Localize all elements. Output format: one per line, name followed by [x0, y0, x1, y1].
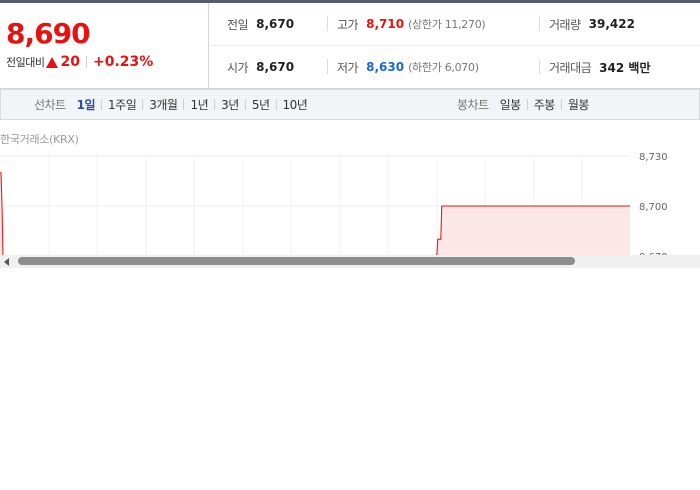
change-value: 20 — [60, 54, 80, 70]
change-row: 전일대비 20 +0.23% — [6, 54, 153, 70]
stat-open: 시가 8,670 — [227, 46, 294, 88]
stat-trade-value: 거래대금 342 백만 — [549, 46, 650, 88]
scroll-left-arrow-icon[interactable] — [4, 258, 9, 266]
stat-label: 거래대금 — [549, 60, 592, 75]
stat-value: 342 백만 — [599, 60, 651, 75]
stat-value: 39,422 — [588, 17, 635, 31]
period-3m[interactable]: 3개월 — [149, 96, 178, 113]
up-triangle-icon — [46, 56, 59, 68]
stats-row-1: 전일 8,670 고가 8,710 (상한가 11,270) 거래량 39,42… — [209, 3, 700, 46]
line-chart-periods: 선차트 1일 1주일 3개월 1년 3년 5년 10년 — [34, 90, 308, 119]
period-divider — [183, 99, 185, 110]
stats-row-2: 시가 8,670 저가 8,630 (하한가 6,070) 거래대금 342 백… — [209, 46, 700, 88]
stat-value: 8,710 — [366, 17, 405, 31]
chart-toolbar: 선차트 1일 1주일 3개월 1년 3년 5년 10년 봉차트 일봉 주봉 월봉 — [0, 89, 700, 120]
stat-value: 8,670 — [256, 17, 295, 31]
period-1y[interactable]: 1년 — [190, 96, 208, 113]
stat-divider — [327, 59, 328, 74]
chart-series — [0, 172, 630, 255]
quote-panel: 8,690 전일대비 20 +0.23% 전일 8,670 고가 8,710 (… — [0, 3, 700, 89]
period-divider — [214, 99, 216, 110]
candle-chart-label: 봉차트 — [457, 98, 489, 112]
period-1d[interactable]: 1일 — [77, 96, 96, 113]
stat-value: 8,670 — [256, 60, 295, 74]
stat-value: 8,630 — [366, 60, 405, 74]
price-area-fill — [0, 172, 630, 255]
period-divider — [275, 99, 277, 110]
period-3y[interactable]: 3년 — [221, 96, 239, 113]
stat-label: 저가 — [337, 60, 359, 75]
y-tick-label: 8,730 — [639, 152, 668, 163]
stat-label: 시가 — [227, 60, 249, 75]
intraday-chart: 8,7308,7008,670 — [0, 119, 700, 255]
period-5y[interactable]: 5년 — [252, 96, 270, 113]
change-label: 전일대비 — [6, 56, 45, 69]
period-10y[interactable]: 10년 — [283, 96, 308, 113]
stat-label: 전일 — [227, 17, 249, 32]
chart-horizontal-scrollbar[interactable] — [0, 255, 700, 268]
candle-chart-periods: 봉차트 일봉 주봉 월봉 — [457, 90, 589, 119]
stat-high: 고가 8,710 (상한가 11,270) — [337, 3, 486, 45]
stat-volume: 거래량 39,422 — [549, 3, 635, 45]
period-divider — [142, 99, 144, 110]
change-divider — [85, 56, 87, 68]
candle-monthly[interactable]: 월봉 — [568, 96, 590, 113]
period-divider — [560, 99, 562, 110]
period-1w[interactable]: 1주일 — [108, 96, 137, 113]
period-divider — [101, 99, 103, 110]
stat-upper-limit: (상한가 11,270) — [408, 18, 486, 31]
stat-prev-close: 전일 8,670 — [227, 3, 294, 45]
y-tick-label: 8,700 — [639, 202, 668, 213]
stat-label: 거래량 — [549, 17, 581, 32]
scrollbar-thumb[interactable] — [18, 257, 575, 265]
stat-divider — [327, 16, 328, 31]
candle-weekly[interactable]: 주봉 — [534, 96, 556, 113]
stats-table: 전일 8,670 고가 8,710 (상한가 11,270) 거래량 39,42… — [209, 3, 700, 88]
period-divider — [526, 99, 528, 110]
stat-low: 저가 8,630 (하한가 6,070) — [337, 46, 479, 88]
current-price: 8,690 — [6, 17, 91, 50]
price-box: 8,690 전일대비 20 +0.23% — [0, 3, 209, 88]
candle-daily[interactable]: 일봉 — [500, 96, 522, 113]
line-chart-label: 선차트 — [34, 98, 66, 112]
y-axis-ticks: 8,7308,7008,670 — [639, 152, 668, 255]
chart-svg: 8,7308,7008,670 — [0, 152, 668, 255]
stat-divider — [539, 16, 540, 31]
stat-divider — [539, 59, 540, 74]
stat-lower-limit: (하한가 6,070) — [408, 61, 479, 74]
stat-label: 고가 — [337, 17, 359, 32]
change-percent: +0.23% — [92, 54, 154, 70]
period-divider — [244, 99, 246, 110]
